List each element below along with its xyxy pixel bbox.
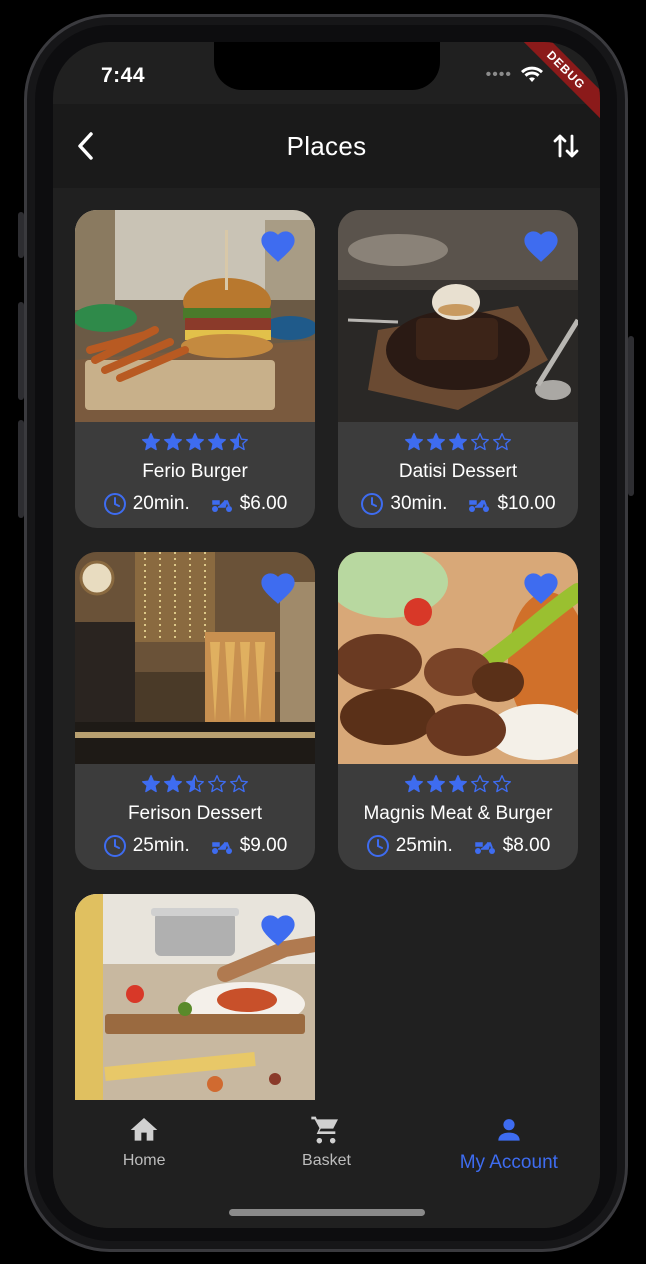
delivery-fee: $9.00	[239, 835, 288, 856]
delivery-time: 20min.	[132, 493, 190, 514]
place-meta: 20min. $6.00	[75, 492, 315, 516]
place-card[interactable]: Ferio Burger 20min. $6.00	[75, 210, 315, 528]
scooter-icon	[474, 842, 495, 854]
rating-stars	[75, 774, 315, 799]
nav-my-account-label: My Account	[459, 1152, 558, 1173]
delivery-fee: $6.00	[239, 493, 288, 514]
star-full-icon	[164, 433, 182, 451]
star-full-icon	[427, 775, 445, 793]
scooter-icon	[211, 842, 232, 854]
app-bar: Places	[53, 104, 600, 188]
place-name: Ferio Burger	[142, 461, 248, 482]
place-name: Magnis Meat & Burger	[363, 803, 553, 824]
volume-up-button	[18, 302, 24, 400]
sort-icon[interactable]	[552, 130, 580, 162]
favorite-heart-icon[interactable]	[259, 912, 297, 948]
star-empty-icon	[230, 775, 248, 793]
star-full-icon	[449, 433, 467, 451]
scooter-icon	[211, 500, 232, 512]
star-empty-icon	[471, 433, 489, 451]
star-half-icon	[186, 775, 204, 793]
nav-basket-label: Basket	[302, 1152, 351, 1169]
star-full-icon	[142, 775, 160, 793]
place-name: Ferison Dessert	[127, 803, 263, 824]
power-button	[628, 336, 634, 496]
status-icons: ••••	[486, 66, 544, 84]
clock-icon	[366, 835, 389, 857]
star-full-icon	[186, 433, 204, 451]
status-time: 7:44	[101, 64, 146, 87]
star-full-icon	[208, 433, 226, 451]
place-name: Datisi Dessert	[398, 461, 518, 482]
rating-stars	[338, 432, 578, 457]
clock-icon	[103, 493, 126, 515]
star-half-icon	[230, 433, 248, 451]
nav-my-account[interactable]: My Account	[418, 1100, 600, 1228]
scooter-icon	[469, 500, 490, 512]
rating-stars	[338, 774, 578, 799]
home-icon	[130, 1118, 158, 1141]
nav-home-label: Home	[122, 1152, 166, 1169]
place-meta: 25min. $9.00	[75, 834, 315, 858]
place-card[interactable]: Ferison Dessert 25min. $9.00	[75, 552, 315, 870]
volume-down-button	[18, 420, 24, 518]
favorite-heart-icon[interactable]	[259, 228, 297, 264]
delivery-time: 30min.	[390, 493, 448, 514]
place-card[interactable]: Magnis Meat & Burger 25min. $8.00	[338, 552, 578, 870]
delivery-time: 25min.	[395, 835, 453, 856]
page-title: Places	[286, 130, 367, 161]
star-full-icon	[405, 775, 423, 793]
star-full-icon	[164, 775, 182, 793]
favorite-heart-icon[interactable]	[522, 228, 560, 264]
delivery-fee: $8.00	[502, 835, 551, 856]
star-full-icon	[449, 775, 467, 793]
favorite-heart-icon[interactable]	[259, 570, 297, 606]
delivery-time: 25min.	[132, 835, 190, 856]
mute-switch	[18, 212, 24, 258]
back-arrow-icon[interactable]	[71, 130, 103, 162]
wifi-icon	[521, 66, 543, 82]
star-full-icon	[427, 433, 445, 451]
cart-icon	[311, 1116, 339, 1144]
clock-icon	[103, 835, 126, 857]
star-empty-icon	[208, 775, 226, 793]
clock-icon	[361, 493, 384, 515]
place-meta: 30min. $10.00	[338, 492, 578, 516]
signal-icon: ••••	[485, 66, 512, 83]
star-full-icon	[405, 433, 423, 451]
place-card[interactable]: Datisi Dessert 30min. $10.00	[338, 210, 578, 528]
star-empty-icon	[471, 775, 489, 793]
star-full-icon	[142, 433, 160, 451]
place-meta: 25min. $8.00	[338, 834, 578, 858]
delivery-fee: $10.00	[497, 493, 556, 514]
home-indicator[interactable]	[229, 1209, 425, 1216]
person-icon	[498, 1119, 520, 1141]
rating-stars	[75, 432, 315, 457]
favorite-heart-icon[interactable]	[522, 570, 560, 606]
star-empty-icon	[493, 433, 511, 451]
screen: DEBUG 7:44 •••• Places Ferio Burger 20mi…	[53, 42, 600, 1228]
notch	[214, 42, 440, 90]
star-empty-icon	[493, 775, 511, 793]
nav-home[interactable]: Home	[53, 1100, 235, 1228]
